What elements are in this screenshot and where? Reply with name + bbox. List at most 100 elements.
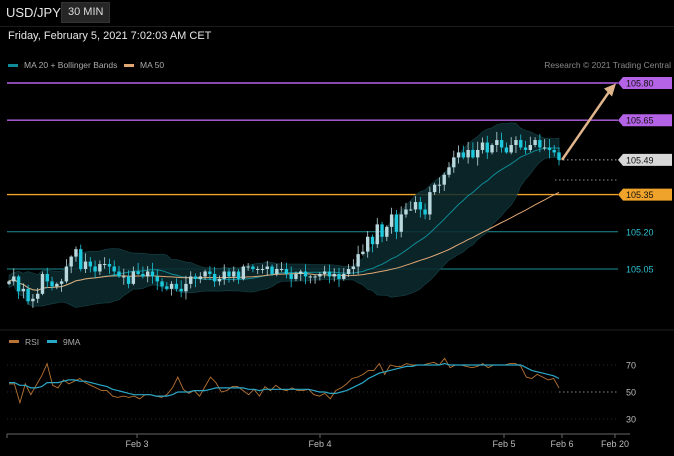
candle-body xyxy=(155,276,159,282)
candle-body xyxy=(79,249,83,269)
candle-body xyxy=(241,266,246,279)
candle-body xyxy=(365,236,370,252)
level-tag-105.49: 105.49 xyxy=(618,153,672,166)
candle-body xyxy=(83,261,88,269)
candle-body xyxy=(342,273,346,279)
candle-body xyxy=(222,271,226,279)
time-label: Feb 5 xyxy=(492,439,515,449)
candle-body xyxy=(165,286,169,289)
level-tag-text: 105.20 xyxy=(626,227,654,237)
candle-body xyxy=(208,271,212,274)
candle-body xyxy=(370,236,375,245)
candle-body xyxy=(284,269,289,274)
candle-body xyxy=(93,266,97,272)
candle xyxy=(79,244,83,272)
candle-body xyxy=(98,264,102,272)
candle-body xyxy=(227,271,231,277)
candle-body xyxy=(437,184,442,186)
candle-body xyxy=(203,271,207,277)
candle-body xyxy=(150,271,155,277)
time-label: Feb 4 xyxy=(308,439,331,449)
level-tag-text: 105.80 xyxy=(626,79,654,89)
candle-body xyxy=(409,209,413,211)
candle-body xyxy=(528,145,533,150)
candle-body xyxy=(45,273,49,282)
candle-body xyxy=(346,269,351,274)
candle-body xyxy=(189,276,193,284)
candle-body xyxy=(102,264,107,266)
candle-body xyxy=(179,288,183,292)
candle-body xyxy=(523,147,528,150)
candle-body xyxy=(385,226,389,237)
candle-body xyxy=(198,276,203,279)
candle-body xyxy=(217,278,222,282)
candle-body xyxy=(107,264,112,267)
candle-body xyxy=(452,157,456,168)
candle-body xyxy=(499,140,504,148)
candle-body xyxy=(547,147,552,150)
rsi-tick-label: 50 xyxy=(626,388,636,398)
candle-body xyxy=(236,271,241,279)
candle-body xyxy=(303,271,308,277)
candle-body xyxy=(447,167,451,175)
candle-body xyxy=(131,271,136,284)
level-tag-105.05: 105.05 xyxy=(626,265,654,275)
candle-body xyxy=(136,271,140,274)
candle-body xyxy=(50,281,54,287)
candle-body xyxy=(21,288,26,292)
candle-body xyxy=(318,273,322,277)
level-tag-105.20: 105.20 xyxy=(626,227,654,237)
candle-body xyxy=(232,271,236,277)
candle-body xyxy=(255,269,260,270)
candle-body xyxy=(351,266,356,269)
candle-body xyxy=(389,214,394,227)
candle-body xyxy=(279,269,284,270)
candle xyxy=(361,244,365,256)
candle-body xyxy=(461,152,466,158)
candle-body xyxy=(418,202,423,210)
rsi-tick-label: 30 xyxy=(626,415,636,425)
candle-body xyxy=(557,152,561,160)
candle-body xyxy=(480,142,485,150)
candle-body xyxy=(423,209,427,215)
candle-body xyxy=(251,266,255,269)
level-tag-105.35: 105.35 xyxy=(618,188,672,201)
candle-body xyxy=(428,192,432,215)
rsi-panel: RSI 9MA 70 50 30 xyxy=(0,329,674,425)
level-tags: 105.80 105.65 105.49 105.35 105.20 105.05 xyxy=(618,77,672,275)
candle-body xyxy=(275,269,279,274)
candle-body xyxy=(337,273,341,279)
candle-body xyxy=(122,276,126,278)
candle-body xyxy=(533,140,537,145)
rsi-tick-label: 70 xyxy=(626,361,636,371)
candle-body xyxy=(145,271,150,277)
candle-body xyxy=(270,266,274,274)
candle-body xyxy=(299,271,303,274)
candle-body xyxy=(442,174,446,185)
candle-body xyxy=(504,147,509,153)
candle-body xyxy=(126,276,131,284)
candle-body xyxy=(432,184,437,193)
candle-body xyxy=(212,273,217,282)
candle-body xyxy=(26,288,30,302)
candle-body xyxy=(31,298,35,302)
candle-body xyxy=(542,147,547,149)
projection-arrow xyxy=(560,83,616,161)
level-tag-text: 105.49 xyxy=(626,155,654,165)
candle-body xyxy=(399,214,403,232)
level-tag-105.80: 105.80 xyxy=(618,77,672,89)
candle-body xyxy=(471,149,475,158)
legend-label-9ma: 9MA xyxy=(63,337,81,347)
candle-body xyxy=(394,214,399,232)
candle-body xyxy=(538,140,542,148)
candle-body xyxy=(40,273,45,294)
time-label: Feb 3 xyxy=(125,439,148,449)
legend-swatch-9ma xyxy=(47,340,57,343)
candle-body xyxy=(160,281,164,287)
level-tag-text: 105.05 xyxy=(626,265,654,275)
candle-body xyxy=(466,149,470,158)
candle-body xyxy=(35,293,40,299)
candle-body xyxy=(375,224,379,245)
candle-body xyxy=(59,281,64,284)
candle-body xyxy=(260,269,265,270)
